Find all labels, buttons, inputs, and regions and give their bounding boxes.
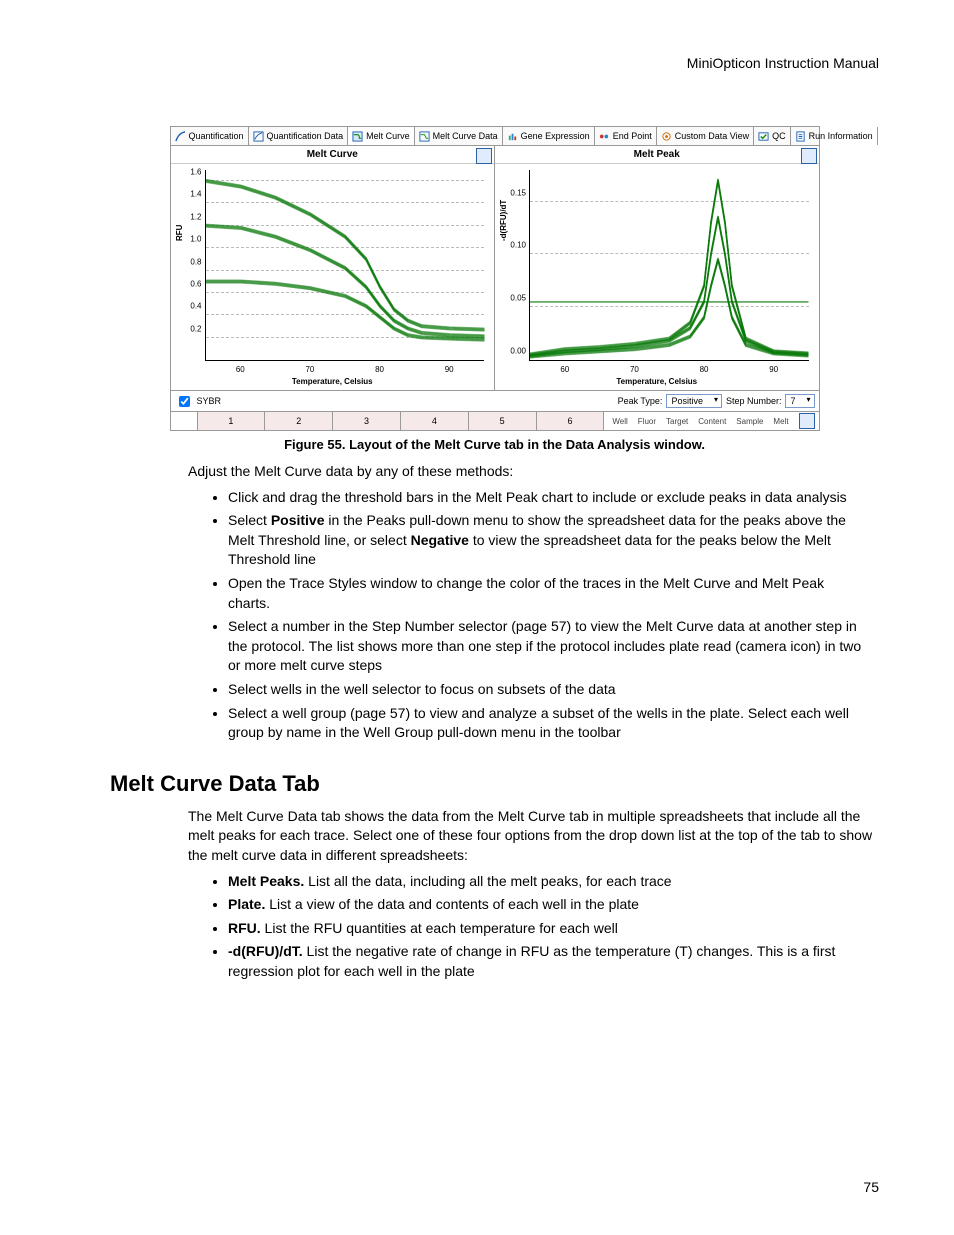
- sheet-tab[interactable]: Sample: [732, 417, 767, 426]
- peak-type-select[interactable]: Positive: [666, 394, 722, 408]
- tab-gene-expression[interactable]: Gene Expression: [503, 127, 595, 145]
- chart-pane-melt-peak: Melt Peak -d(RFU)/dT 0.00 0.05 0.10 0.15…: [495, 146, 819, 390]
- list-item: Select Positive in the Peaks pull-down m…: [228, 511, 879, 570]
- figure-melt-curve-tab: Quantification Quantification Data Melt …: [170, 126, 820, 431]
- list-item: Plate. List a view of the data and conte…: [228, 895, 879, 915]
- section-intro: The Melt Curve Data tab shows the data f…: [188, 807, 879, 866]
- list-item: Open the Trace Styles window to change t…: [228, 574, 879, 613]
- tab-label: Melt Curve: [366, 131, 410, 141]
- sheet-tab[interactable]: Melt: [769, 417, 792, 426]
- charts-row: Melt Curve RFU 0.2 0.4 0.6 0.8 1.0 1.2 1…: [171, 146, 819, 390]
- chart-title: Melt Peak: [495, 146, 819, 164]
- sheet-tab[interactable]: Target: [662, 417, 692, 426]
- step-number-label: Step Number:: [726, 396, 782, 406]
- intro-text: Adjust the Melt Curve data by any of the…: [188, 462, 879, 482]
- sheet-tab[interactable]: Fluor: [634, 417, 660, 426]
- ylabel: -d(RFU)/dT: [499, 200, 508, 241]
- well-col[interactable]: 3: [333, 412, 401, 430]
- well-col[interactable]: 1: [198, 412, 266, 430]
- tab-quantification-data[interactable]: Quantification Data: [249, 127, 349, 145]
- tab-label: End Point: [613, 131, 652, 141]
- list-item: RFU. List the RFU quantities at each tem…: [228, 919, 879, 939]
- custom-data-view-icon: [661, 131, 672, 142]
- list-item: Select wells in the well selector to foc…: [228, 680, 879, 700]
- tab-label: Run Information: [809, 131, 873, 141]
- qc-icon: [758, 131, 769, 142]
- tab-label: Custom Data View: [675, 131, 749, 141]
- zoom-button[interactable]: [801, 148, 817, 164]
- plot-melt-peak[interactable]: 0.00 0.05 0.10 0.15 60 70 80 90: [529, 170, 809, 361]
- plot-melt-curve[interactable]: 0.2 0.4 0.6 0.8 1.0 1.2 1.4 1.6 60 70 80…: [205, 170, 485, 361]
- melt-curve-data-icon: [419, 131, 430, 142]
- quantification-data-icon: [253, 131, 264, 142]
- well-col[interactable]: 4: [401, 412, 469, 430]
- zoom-button[interactable]: [799, 413, 815, 429]
- section-heading: Melt Curve Data Tab: [110, 771, 879, 797]
- spreadsheet-tabs: Well Fluor Target Content Sample Melt: [604, 412, 818, 430]
- list-item: Select a well group (page 57) to view an…: [228, 704, 879, 743]
- gene-expression-icon: [507, 131, 518, 142]
- step-number-select[interactable]: 7: [785, 394, 814, 408]
- run-information-icon: [795, 131, 806, 142]
- peak-type-label: Peak Type:: [618, 396, 663, 406]
- tabstrip: Quantification Quantification Data Melt …: [171, 127, 819, 146]
- tab-qc[interactable]: QC: [754, 127, 791, 145]
- list-item: Melt Peaks. List all the data, including…: [228, 872, 879, 892]
- tab-run-information[interactable]: Run Information: [791, 127, 878, 145]
- well-col[interactable]: 2: [265, 412, 333, 430]
- list-item: Select a number in the Step Number selec…: [228, 617, 879, 676]
- sybr-checkbox[interactable]: [179, 396, 190, 407]
- chart-pane-melt-curve: Melt Curve RFU 0.2 0.4 0.6 0.8 1.0 1.2 1…: [171, 146, 496, 390]
- tab-label: Quantification Data: [267, 131, 344, 141]
- well-selector-strip: 1 2 3 4 5 6 Well Fluor Target Content Sa…: [171, 411, 819, 430]
- tab-label: Quantification: [189, 131, 244, 141]
- tab-end-point[interactable]: End Point: [595, 127, 657, 145]
- list-item: -d(RFU)/dT. List the negative rate of ch…: [228, 942, 879, 981]
- options-list: Melt Peaks. List all the data, including…: [228, 872, 879, 982]
- sybr-label: SYBR: [197, 396, 222, 406]
- tab-quantification[interactable]: Quantification: [171, 127, 249, 145]
- sheet-tab[interactable]: Well: [608, 417, 631, 426]
- chart-title: Melt Curve: [171, 146, 495, 164]
- end-point-icon: [599, 131, 610, 142]
- tab-label: QC: [772, 131, 786, 141]
- well-corner[interactable]: [171, 412, 198, 430]
- zoom-button[interactable]: [476, 148, 492, 164]
- well-col[interactable]: 6: [537, 412, 605, 430]
- melt-curve-icon: [352, 131, 363, 142]
- tab-melt-curve-data[interactable]: Melt Curve Data: [415, 127, 503, 145]
- list-item: Click and drag the threshold bars in the…: [228, 488, 879, 508]
- tab-custom-data-view[interactable]: Custom Data View: [657, 127, 754, 145]
- methods-list: Click and drag the threshold bars in the…: [228, 488, 879, 743]
- tab-label: Melt Curve Data: [433, 131, 498, 141]
- quantification-icon: [175, 131, 186, 142]
- well-col[interactable]: 5: [469, 412, 537, 430]
- tab-label: Gene Expression: [521, 131, 590, 141]
- tab-melt-curve[interactable]: Melt Curve: [348, 127, 415, 145]
- legend-row: SYBR Peak Type: Positive Step Number: 7: [171, 390, 819, 411]
- header-text: MiniOpticon Instruction Manual: [110, 55, 879, 71]
- figure-caption: Figure 55. Layout of the Melt Curve tab …: [110, 437, 879, 452]
- page-number: 75: [863, 1179, 879, 1195]
- sheet-tab[interactable]: Content: [694, 417, 730, 426]
